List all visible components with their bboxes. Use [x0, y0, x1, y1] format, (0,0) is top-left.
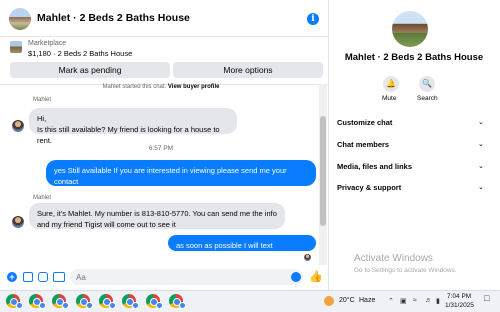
mute-label: Mute — [382, 95, 397, 102]
listing-label: Marketplace — [28, 40, 67, 47]
privacy-support-row[interactable]: Privacy & support — [337, 183, 487, 192]
sender-name: Mahlet — [33, 195, 52, 201]
notification-icon[interactable]: □ — [484, 293, 489, 303]
activate-windows-subtitle: Go to Settings to activate Windows. — [354, 267, 457, 274]
outgoing-message[interactable]: as soon as possible I will text you..Tha… — [168, 235, 316, 261]
time-divider: 6:57 PM — [148, 145, 174, 152]
clock-time[interactable]: 7:04 PM — [447, 293, 471, 300]
chat-started-text: Mahlet started this chat. — [102, 84, 167, 90]
search-label: Search — [417, 95, 438, 102]
sender-name: Mahlet — [33, 97, 52, 103]
message-line: number and I'll share the full details. — [54, 188, 174, 197]
profile-badge-icon — [62, 302, 69, 309]
profile-badge-icon — [179, 302, 186, 309]
listing-thumbnail[interactable] — [10, 41, 22, 53]
chevron-down-icon[interactable]: ⌄ — [478, 140, 484, 148]
wifi-icon[interactable]: ≈ — [413, 297, 417, 304]
profile-badge-icon — [16, 302, 23, 309]
bell-icon[interactable]: 🔔 — [383, 76, 399, 92]
profile-badge-icon — [39, 302, 46, 309]
view-buyer-profile-link[interactable]: View buyer profile — [168, 84, 220, 90]
search-icon[interactable]: 🔍 — [419, 76, 435, 92]
plus-icon[interactable]: + — [7, 272, 17, 282]
incoming-message[interactable]: Hi, Is this still available? My friend i… — [29, 108, 237, 145]
read-receipt-avatar — [304, 254, 311, 261]
battery-icon[interactable]: ▮ — [436, 297, 440, 305]
message-line: and my friend Tigist will come out to se… — [37, 220, 176, 229]
volume-icon[interactable]: ♬ — [425, 297, 432, 304]
profile-name: Mahlet · 2 Beds 2 Baths House — [344, 52, 484, 63]
info-icon[interactable]: i — [307, 13, 319, 25]
sticker-icon[interactable] — [38, 272, 48, 282]
message-line: Is this still available? My friend is lo… — [37, 125, 220, 145]
customize-chat-row[interactable]: Customize chat — [337, 118, 487, 127]
header-avatar[interactable] — [9, 8, 31, 30]
network-icon[interactable]: ▣ — [400, 297, 407, 305]
message-line: Sure, it's Mahlet. My number is 813-810-… — [37, 209, 277, 218]
outgoing-message[interactable]: yes Still available If you are intereste… — [46, 160, 316, 197]
profile-photo[interactable] — [392, 11, 428, 47]
chat-members-row[interactable]: Chat members — [337, 140, 487, 149]
profile-badge-icon — [132, 302, 139, 309]
mark-as-pending-button[interactable]: Mark as pending — [10, 62, 170, 78]
message-input[interactable] — [70, 269, 303, 285]
chat-started-note: Mahlet started this chat. View buyer pro… — [0, 84, 322, 90]
emoji-icon[interactable] — [291, 272, 301, 282]
message-line: Hi, — [37, 114, 47, 123]
sender-avatar[interactable] — [12, 216, 24, 228]
profile-badge-icon — [156, 302, 163, 309]
clock-date[interactable]: 1/31/2025 — [445, 302, 474, 309]
more-options-button[interactable]: More options — [173, 62, 323, 78]
profile-badge-icon — [86, 302, 93, 309]
thumbs-up-icon[interactable]: 👍 — [309, 270, 323, 283]
incoming-message[interactable]: Sure, it's Mahlet. My number is 813-810-… — [29, 203, 285, 229]
gif-icon[interactable] — [53, 272, 65, 282]
scrollbar-thumb[interactable] — [320, 116, 326, 226]
media-files-links-row[interactable]: Media, files and links — [337, 162, 487, 171]
image-icon[interactable] — [23, 272, 33, 282]
chevron-down-icon[interactable]: ⌄ — [478, 118, 484, 126]
listing-title[interactable]: $1,180 · 2 Beds 2 Baths House — [28, 49, 132, 58]
chevron-up-icon[interactable]: ⌃ — [388, 297, 394, 305]
weather-temperature[interactable]: 20°C — [339, 297, 355, 304]
message-line: yes Still available If you are intereste… — [54, 166, 287, 186]
message-line: as soon as possible I will text you..Tha… — [176, 241, 273, 261]
chevron-down-icon[interactable]: ⌄ — [478, 162, 484, 170]
sender-avatar[interactable] — [12, 120, 24, 132]
chat-title[interactable]: Mahlet · 2 Beds 2 Baths House — [37, 12, 190, 24]
profile-badge-icon — [109, 302, 116, 309]
chevron-down-icon[interactable]: ⌄ — [478, 183, 484, 191]
weather-condition[interactable]: Haze — [359, 297, 375, 304]
activate-windows-title: Activate Windows — [354, 253, 433, 264]
weather-icon[interactable] — [324, 296, 334, 306]
